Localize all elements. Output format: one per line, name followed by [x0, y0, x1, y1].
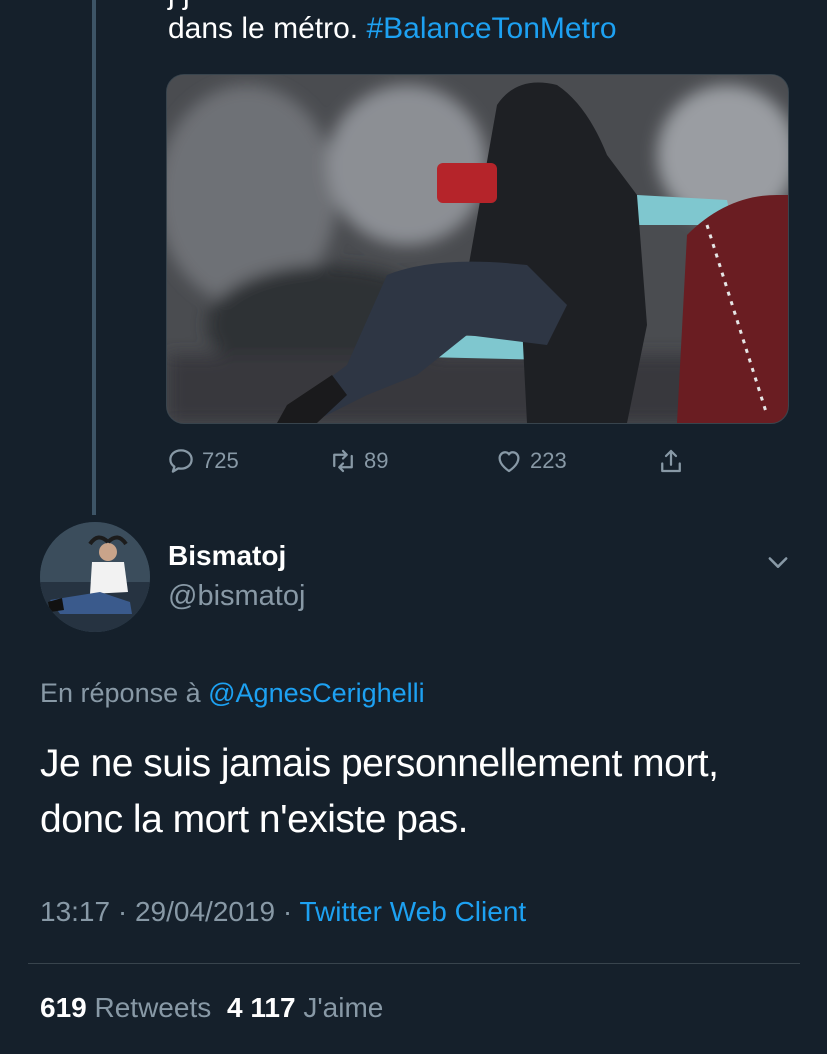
like-total[interactable]: 4 117	[227, 992, 296, 1023]
previous-tweet-actions: 725 89 223	[166, 446, 726, 482]
tweet-stats: 619 Retweets 4 117 J'aime	[40, 992, 383, 1024]
reply-bubble-icon	[169, 449, 193, 473]
tweet-time[interactable]: 13:17	[40, 896, 110, 927]
reply-mention-link[interactable]: @AgnesCerighelli	[208, 678, 425, 708]
reply-context: En réponse à @AgnesCerighelli	[40, 678, 425, 709]
retweet-button[interactable]: 89	[328, 446, 388, 476]
avatar[interactable]	[40, 522, 150, 632]
tweet-photo[interactable]	[166, 74, 789, 424]
previous-tweet-text-line: dans le métro.	[168, 12, 359, 45]
like-total-label[interactable]: J'aime	[303, 992, 383, 1023]
reply-button[interactable]: 725	[166, 446, 239, 476]
meta-separator: ·	[117, 896, 128, 927]
tweet-metadata: 13:17 · 29/04/2019 · Twitter Web Client	[40, 896, 526, 928]
retweet-total-label[interactable]: Retweets	[95, 992, 212, 1023]
retweet-total[interactable]: 619	[40, 992, 87, 1023]
avatar-image	[40, 522, 150, 632]
tweet-client-link[interactable]: Twitter Web Client	[300, 896, 527, 927]
stats-divider	[28, 963, 800, 964]
author-display-name[interactable]: Bismatoj	[168, 540, 286, 572]
previous-tweet-text-fragment: j j	[168, 0, 190, 12]
hashtag-link[interactable]: #BalanceTonMetro	[366, 12, 616, 45]
heart-icon	[498, 451, 520, 473]
like-button[interactable]: 223	[494, 446, 567, 476]
chevron-down-icon	[768, 557, 788, 568]
like-count: 223	[530, 448, 567, 473]
tweet-date[interactable]: 29/04/2019	[135, 896, 275, 927]
tweet-options-button[interactable]	[764, 548, 792, 576]
author-handle[interactable]: @bismatoj	[168, 580, 305, 613]
share-icon	[661, 449, 681, 473]
share-button[interactable]	[656, 446, 686, 476]
reply-count: 725	[202, 448, 239, 473]
retweet-count: 89	[364, 448, 389, 473]
reply-prefix: En réponse à	[40, 678, 201, 708]
photo-image	[167, 75, 788, 423]
thread-connector-line	[92, 0, 96, 515]
retweet-icon	[333, 449, 353, 473]
meta-separator: ·	[282, 896, 293, 927]
tweet-text: Je ne suis jamais personnellement mort, …	[40, 742, 719, 841]
previous-tweet-text: dans le métro. #BalanceTonMetro	[168, 12, 617, 46]
